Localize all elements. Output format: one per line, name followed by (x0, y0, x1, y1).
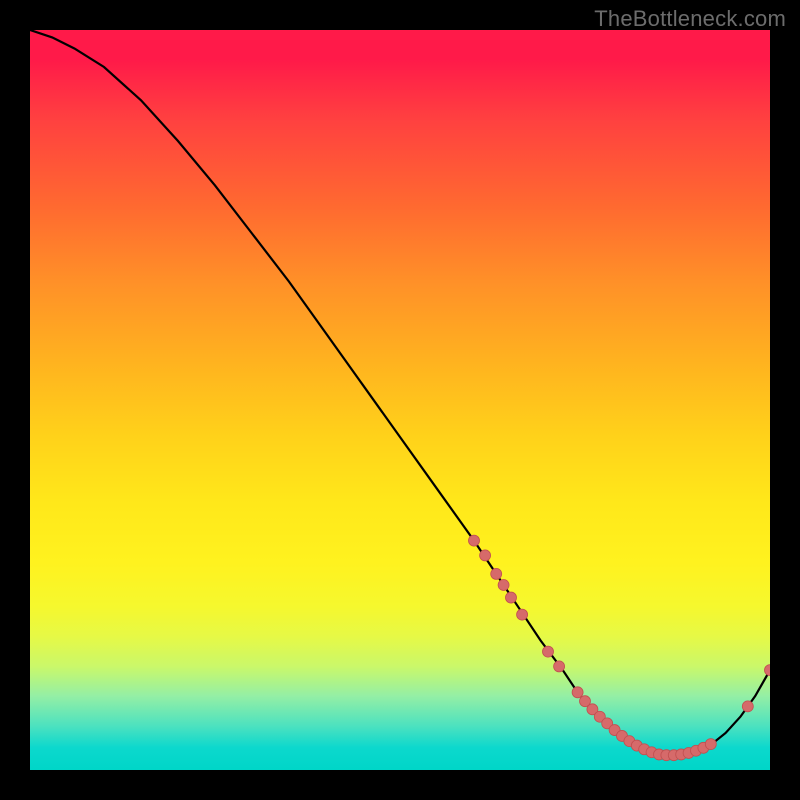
watermark-text: TheBottleneck.com (594, 6, 786, 32)
chart-marker (469, 535, 480, 546)
bottleneck-curve (30, 30, 770, 755)
chart-marker (480, 550, 491, 561)
chart-marker (572, 687, 583, 698)
chart-marker (554, 661, 565, 672)
chart-marker (765, 665, 771, 676)
chart-marker (506, 592, 517, 603)
chart-marker (543, 646, 554, 657)
marker-group (469, 535, 771, 761)
chart-marker (742, 701, 753, 712)
chart-marker (498, 580, 509, 591)
chart-marker (705, 739, 716, 750)
chart-marker (491, 568, 502, 579)
chart-marker (517, 609, 528, 620)
bottleneck-chart-svg (30, 30, 770, 770)
chart-plot-area (30, 30, 770, 770)
